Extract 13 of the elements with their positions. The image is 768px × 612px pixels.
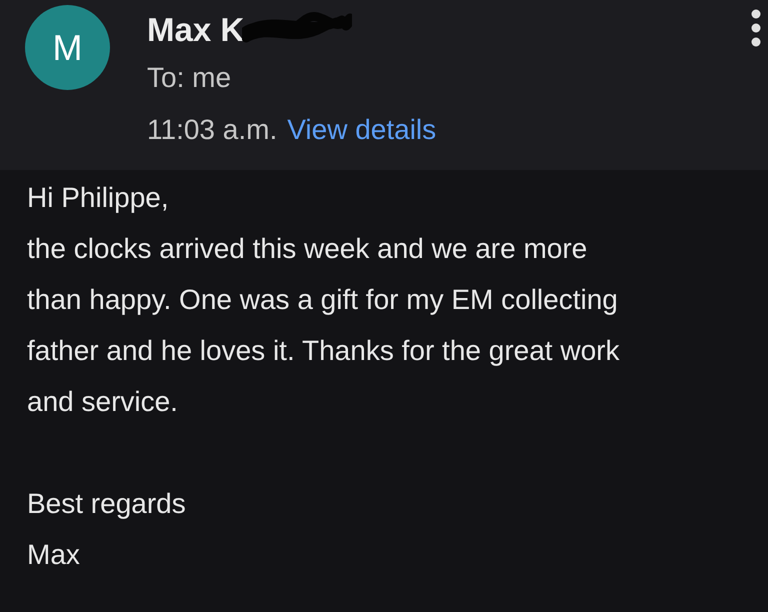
recipient: To: me [147,61,232,95]
message-line: Hi Philippe, [27,181,170,215]
avatar: M [25,5,110,90]
message-line: Best regards [27,487,187,521]
sender-name: Max K [147,10,244,50]
sent-time: 11:03 a.m. [147,113,278,147]
message-line: and service. [27,385,179,419]
more-options-icon[interactable] [750,8,762,48]
message-line: the clocks arrived this week and we are more [27,232,588,266]
message-line: Max [27,538,81,572]
message-line: than happy. One was a gift for my EM collecting [27,283,619,317]
message-line: father and he loves it. Thanks for the great work [27,334,620,368]
view-details-link[interactable]: View details [287,109,436,151]
